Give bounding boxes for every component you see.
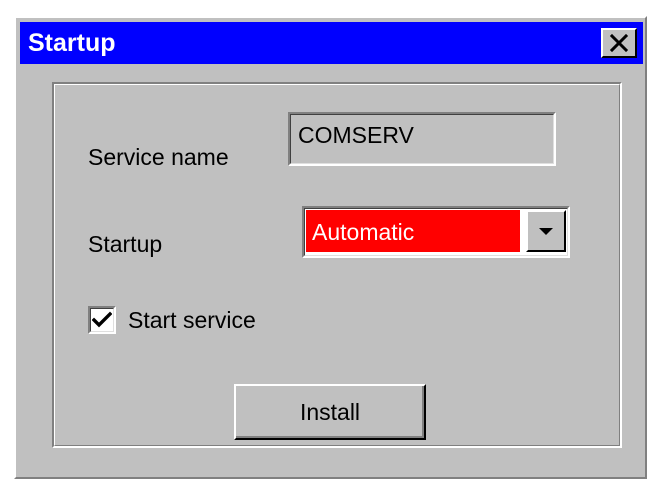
startup-label: Startup — [88, 231, 163, 257]
start-service-checkbox[interactable] — [88, 306, 116, 334]
service-name-field[interactable]: COMSERV — [288, 112, 556, 166]
start-service-checkbox-inner — [90, 308, 114, 332]
startup-dropdown-button[interactable] — [526, 210, 566, 252]
start-service-label: Start service — [128, 307, 256, 333]
title-bar: Startup — [20, 22, 643, 64]
start-service-checkbox-row[interactable]: Start service — [88, 304, 256, 336]
close-button[interactable] — [601, 28, 637, 58]
startup-window: Startup Service name COMSERV Startup Aut… — [14, 16, 647, 479]
checkmark-icon — [92, 311, 112, 328]
close-icon — [609, 34, 629, 52]
startup-selected-option[interactable]: Automatic — [306, 210, 520, 252]
chevron-down-icon — [539, 228, 553, 235]
startup-select[interactable]: Automatic — [302, 206, 570, 258]
service-name-value: COMSERV — [298, 122, 414, 148]
install-label: Install — [299, 399, 361, 425]
startup-selected-value: Automatic — [312, 219, 415, 245]
service-name-label: Service name — [88, 144, 229, 170]
install-button[interactable]: Install — [234, 384, 426, 440]
window-title: Startup — [28, 29, 116, 57]
